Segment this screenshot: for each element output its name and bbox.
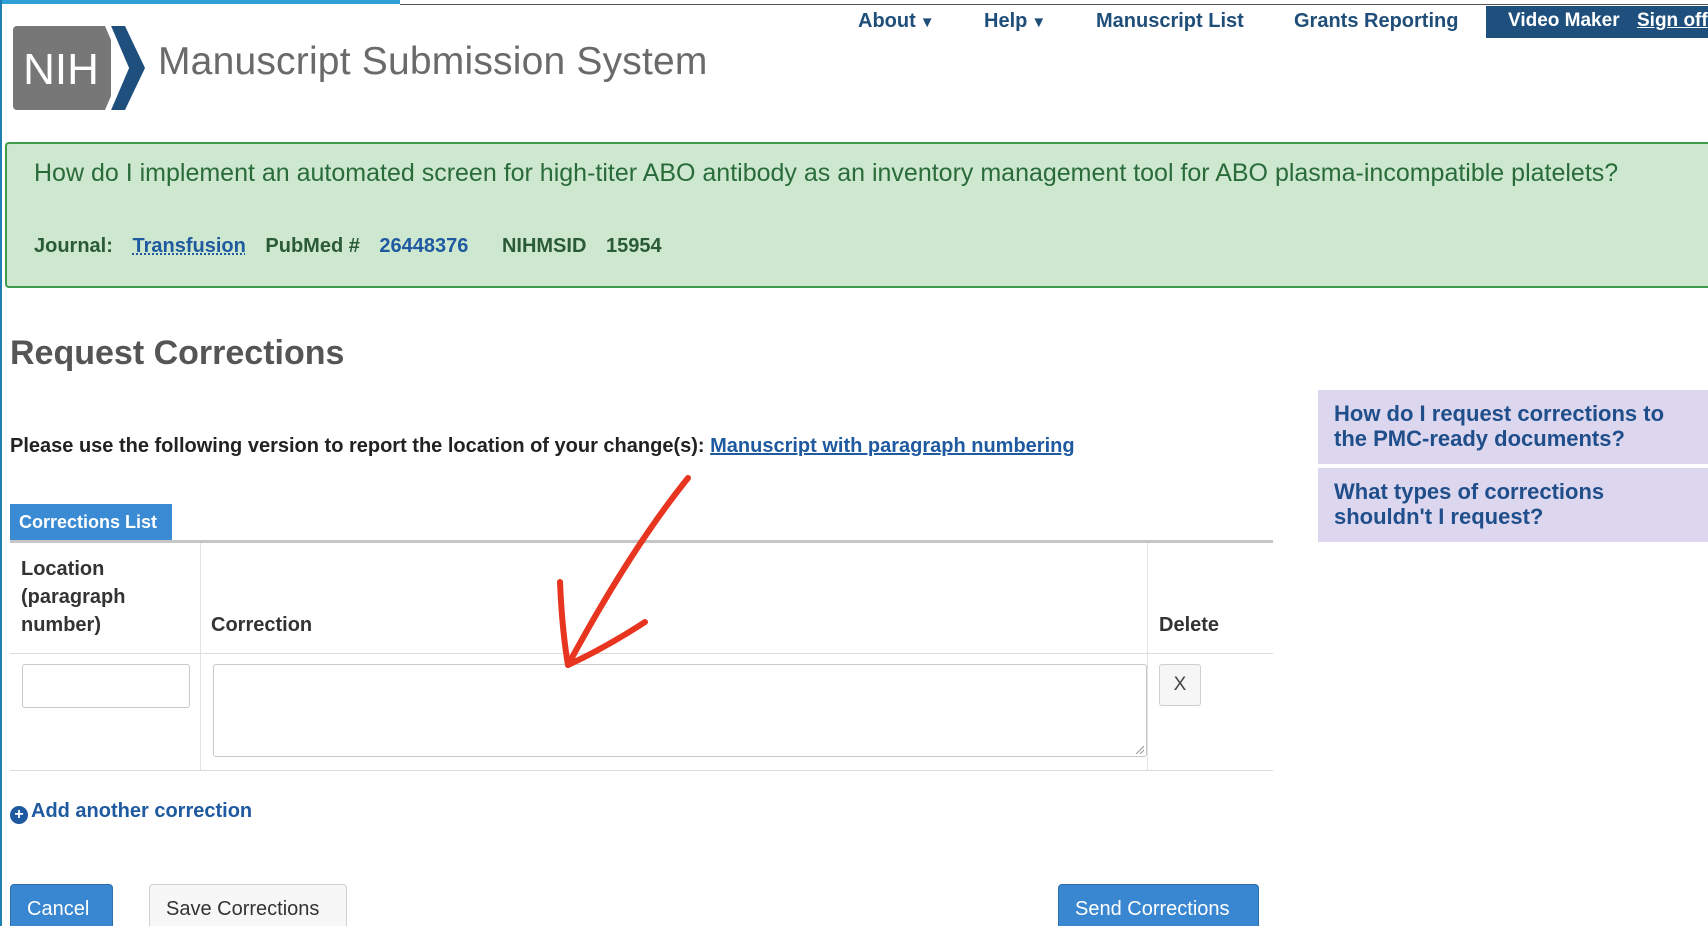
journal-label: Journal: <box>34 235 113 257</box>
column-header-correction: Correction <box>211 614 313 636</box>
add-another-correction-link[interactable]: + Add another correction <box>10 800 252 824</box>
top-accent-bar <box>0 0 400 4</box>
nihmsid-label: NIHMSID <box>501 235 587 257</box>
journal-info: Journal: Transfusion <box>34 235 246 257</box>
nav-about[interactable]: About ▼ <box>858 10 935 33</box>
nih-logo-text: NIH <box>23 45 99 94</box>
nav-help-label: Help <box>984 10 1028 32</box>
plus-circle-icon: + <box>10 806 28 824</box>
site-title: Manuscript Submission System <box>158 40 708 83</box>
resize-grip-icon[interactable] <box>1134 744 1144 754</box>
pubmed-id: 26448376 <box>379 235 469 257</box>
left-frame-border <box>0 0 2 926</box>
paragraph-numbering-link[interactable]: Manuscript with paragraph numbering <box>710 435 1074 457</box>
top-border-line <box>400 4 1708 5</box>
header-row-divider <box>10 653 1273 654</box>
column-divider <box>200 543 201 771</box>
top-navigation: About ▼ Help ▼ Manuscript List Grants Repo… <box>0 6 1708 40</box>
nav-video-maker[interactable]: Video Maker <box>1508 10 1620 32</box>
tab-corrections-list[interactable]: Corrections List <box>10 504 172 540</box>
cancel-button[interactable]: Cancel <box>10 884 113 926</box>
nav-sign-off[interactable]: Sign off <box>1637 10 1708 32</box>
pubmed-info: PubMed # 26448376 <box>265 235 482 257</box>
nihmsid-info: NIHMSID 15954 <box>502 235 676 257</box>
nav-grants-reporting[interactable]: Grants Reporting <box>1294 10 1458 33</box>
table-bottom-line <box>10 770 1273 771</box>
nihmsid-value: 15954 <box>605 235 662 257</box>
manuscript-title: How do I implement an automated screen f… <box>34 159 1619 187</box>
column-divider <box>1147 543 1148 771</box>
journal-link[interactable]: Transfusion <box>132 235 245 257</box>
delete-correction-button[interactable]: X <box>1159 664 1201 706</box>
help-types-of-corrections[interactable]: What types of corrections shouldn't I re… <box>1318 468 1708 542</box>
nav-manuscript-list[interactable]: Manuscript List <box>1096 10 1244 33</box>
pubmed-label: PubMed # <box>265 235 360 257</box>
column-header-location: Location (paragraph number) <box>21 558 126 636</box>
instructions-text: Please use the following version to repo… <box>10 435 1075 458</box>
nav-about-label: About <box>858 10 916 32</box>
nav-user-area: Video Maker Sign off <box>1486 6 1708 38</box>
instructions-label: Please use the following version to repo… <box>10 435 705 457</box>
save-corrections-button[interactable]: Save Corrections <box>149 884 347 926</box>
manuscript-meta: Journal: Transfusion PubMed # 26448376 N… <box>34 235 690 258</box>
page-title: Request Corrections <box>10 334 345 372</box>
nav-help[interactable]: Help ▼ <box>984 10 1046 33</box>
column-header-delete: Delete <box>1159 614 1220 636</box>
location-input[interactable] <box>22 664 190 708</box>
corrections-table: Location (paragraph number) Correction D… <box>10 543 1273 771</box>
correction-textarea[interactable] <box>213 664 1147 757</box>
send-corrections-button[interactable]: Send Corrections <box>1058 884 1259 926</box>
manuscript-banner: How do I implement an automated screen f… <box>5 142 1708 288</box>
caret-down-icon: ▼ <box>1031 14 1047 31</box>
help-request-corrections[interactable]: How do I request corrections to the PMC-… <box>1318 390 1708 464</box>
add-correction-label: Add another correction <box>31 800 253 822</box>
caret-down-icon: ▼ <box>919 14 935 31</box>
